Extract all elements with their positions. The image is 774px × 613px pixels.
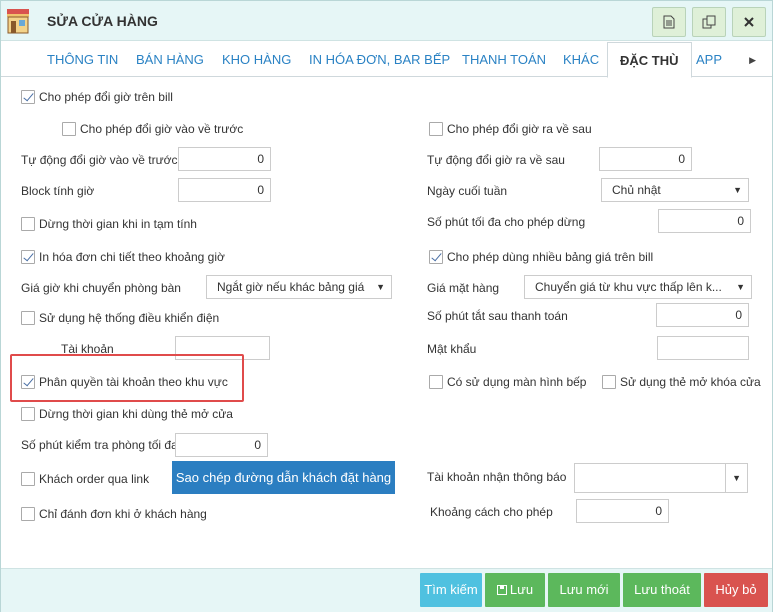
allow-time-in-back-checkbox[interactable] xyxy=(62,122,76,136)
copy-icon xyxy=(702,15,716,29)
chevron-down-icon: ▼ xyxy=(376,282,385,292)
distance-label: Khoảng cách cho phép xyxy=(430,505,553,519)
tab-special[interactable]: ĐẶC THÙ xyxy=(607,42,692,78)
price-on-move-label: Giá giờ khi chuyển phòng bàn xyxy=(21,281,181,295)
allow-change-time-checkbox[interactable] xyxy=(21,90,35,104)
allow-change-time-label: Cho phép đổi giờ trên bill xyxy=(39,90,173,104)
print-detail-checkbox[interactable] xyxy=(21,250,35,264)
tab-scroll-right-icon[interactable]: ▶ xyxy=(749,55,756,66)
max-pause-label: Số phút tối đa cho phép dừng xyxy=(427,215,586,229)
block-input[interactable]: 0 xyxy=(178,178,271,202)
print-detail-label: In hóa đơn chi tiết theo khoảng giờ xyxy=(39,250,225,264)
auto-off-input[interactable]: 0 xyxy=(656,303,749,327)
save-icon xyxy=(496,585,507,595)
copy-button[interactable] xyxy=(692,7,726,37)
only-at-store-label: Chỉ đánh đơn khi ở khách hàng xyxy=(39,507,207,521)
document-icon xyxy=(663,15,675,29)
cancel-button[interactable]: Hủy bỏ xyxy=(704,573,768,607)
weekend-label: Ngày cuối tuần xyxy=(427,184,508,198)
tab-bar: THÔNG TIN BÁN HÀNG KHO HÀNG IN HÓA ĐƠN, … xyxy=(1,42,772,78)
allow-time-out-back-checkbox[interactable] xyxy=(429,122,443,136)
auto-time-in-label: Tự động đổi giờ vào về trước xyxy=(21,153,178,167)
save-button-label: Lưu xyxy=(509,582,534,597)
use-power-label: Sử dụng hệ thống điều khiển điện xyxy=(39,311,220,325)
price-on-move-value: Ngắt giờ nếu khác bảng giá xyxy=(217,280,365,294)
check-room-label: Số phút kiểm tra phòng tối đa xyxy=(21,438,176,452)
password-input[interactable] xyxy=(657,336,749,360)
multi-price-label: Cho phép dùng nhiều bảng giá trên bill xyxy=(447,250,654,264)
tab-other[interactable]: KHÁC xyxy=(563,42,599,77)
max-pause-input[interactable]: 0 xyxy=(658,209,751,233)
unlock-card-checkbox[interactable] xyxy=(602,375,616,389)
footer-bar: Tìm kiếm Lưu Lưu mới Lưu thoát Hủy bỏ xyxy=(1,568,772,612)
item-price-select[interactable]: Chuyển giá từ khu vực thấp lên k... ▼ xyxy=(524,275,752,299)
tab-sales[interactable]: BÁN HÀNG xyxy=(136,42,204,77)
item-price-value: Chuyển giá từ khu vực thấp lên k... xyxy=(535,280,722,294)
chevron-down-icon: ▼ xyxy=(733,185,742,195)
notify-account-select[interactable]: ▼ xyxy=(574,463,748,493)
multi-price-checkbox[interactable] xyxy=(429,250,443,264)
pause-on-card-checkbox[interactable] xyxy=(21,407,35,421)
price-on-move-select[interactable]: Ngắt giờ nếu khác bảng giá ▼ xyxy=(206,275,392,299)
password-label: Mật khẩu xyxy=(427,342,477,356)
block-label: Block tính giờ xyxy=(21,184,95,198)
item-price-label: Giá mặt hàng xyxy=(427,281,500,295)
pause-on-print-label: Dừng thời gian khi in tạm tính xyxy=(39,217,197,231)
check-room-input[interactable]: 0 xyxy=(175,433,268,457)
tab-app[interactable]: APP xyxy=(696,42,722,77)
edit-store-window: SỬA CỬA HÀNG THÔNG TIN BÁN HÀNG KHO HÀNG… xyxy=(0,0,773,612)
allow-time-in-back-label: Cho phép đổi giờ vào về trước xyxy=(80,122,244,136)
window-title: SỬA CỬA HÀNG xyxy=(47,13,158,29)
kitchen-screen-label: Có sử dụng màn hình bếp xyxy=(447,375,587,389)
store-icon xyxy=(7,9,29,34)
area-permission-label: Phân quyền tài khoản theo khu vực xyxy=(39,375,228,389)
area-permission-checkbox[interactable] xyxy=(21,375,35,389)
auto-time-out-input[interactable]: 0 xyxy=(599,147,692,171)
auto-time-out-label: Tự động đổi giờ ra về sau xyxy=(427,153,565,167)
pause-on-print-checkbox[interactable] xyxy=(21,217,35,231)
chevron-down-icon: ▼ xyxy=(725,464,741,492)
close-icon xyxy=(744,17,754,27)
weekend-select-value: Chủ nhật xyxy=(612,183,661,197)
copy-order-link-button[interactable]: Sao chép đường dẫn khách đặt hàng xyxy=(172,461,395,494)
kitchen-screen-checkbox[interactable] xyxy=(429,375,443,389)
title-bar: SỬA CỬA HÀNG xyxy=(1,1,772,41)
chevron-down-icon: ▼ xyxy=(736,282,745,292)
unlock-card-label: Sử dụng thẻ mở khóa cửa xyxy=(620,375,761,389)
distance-input[interactable]: 0 xyxy=(576,499,669,523)
only-at-store-checkbox[interactable] xyxy=(21,507,35,521)
search-button[interactable]: Tìm kiếm xyxy=(420,573,482,607)
customer-order-checkbox[interactable] xyxy=(21,472,35,486)
weekend-select[interactable]: Chủ nhật ▼ xyxy=(601,178,749,202)
auto-time-in-input[interactable]: 0 xyxy=(178,147,271,171)
close-button[interactable] xyxy=(732,7,766,37)
allow-time-out-back-label: Cho phép đổi giờ ra về sau xyxy=(447,122,592,136)
tab-info[interactable]: THÔNG TIN xyxy=(47,42,118,77)
tab-warehouse[interactable]: KHO HÀNG xyxy=(222,42,291,77)
pause-on-card-label: Dừng thời gian khi dùng thẻ mở cửa xyxy=(39,407,233,421)
form-content: Cho phép đổi giờ trên bill Cho phép đổi … xyxy=(1,78,772,568)
save-exit-button[interactable]: Lưu thoát xyxy=(623,573,701,607)
customer-order-label: Khách order qua link xyxy=(39,472,150,486)
notify-account-label: Tài khoản nhận thông báo xyxy=(427,470,567,484)
use-power-checkbox[interactable] xyxy=(21,311,35,325)
save-button[interactable]: Lưu xyxy=(485,573,545,607)
auto-off-label: Số phút tắt sau thanh toán xyxy=(427,309,568,323)
document-button[interactable] xyxy=(652,7,686,37)
tab-payment[interactable]: THANH TOÁN xyxy=(462,42,546,77)
save-new-button[interactable]: Lưu mới xyxy=(548,573,620,607)
tab-print[interactable]: IN HÓA ĐƠN, BAR BẾP xyxy=(309,42,450,77)
